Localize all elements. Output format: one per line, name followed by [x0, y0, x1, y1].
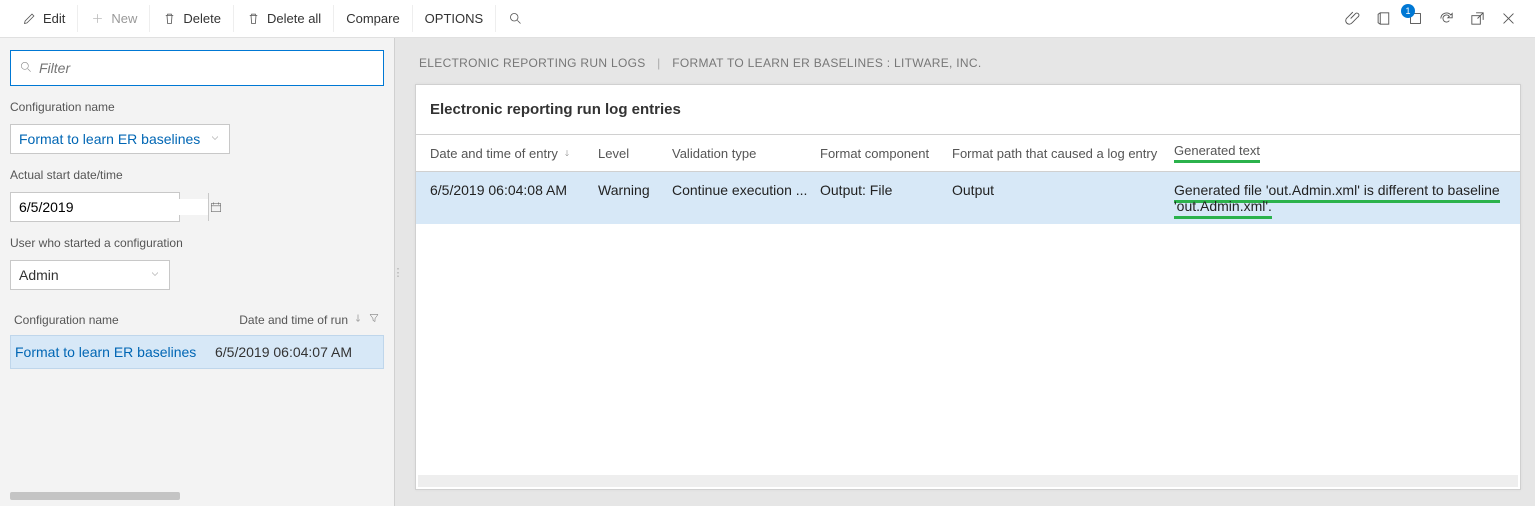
pencil-icon — [22, 11, 37, 26]
content-area: ELECTRONIC REPORTING RUN LOGS | FORMAT T… — [401, 38, 1535, 506]
trash-icon — [162, 11, 177, 26]
filter-sidebar: Configuration name Format to learn ER ba… — [0, 38, 395, 506]
options-button[interactable]: OPTIONS — [413, 5, 497, 32]
breadcrumb-separator: | — [657, 56, 660, 70]
filter-funnel-icon[interactable] — [368, 312, 380, 327]
toolbar-right: 1 — [1345, 10, 1525, 27]
delete-all-button[interactable]: Delete all — [234, 5, 334, 32]
user-value: Admin — [19, 267, 59, 283]
sort-down-icon — [562, 148, 572, 158]
log-panel: Electronic reporting run log entries Dat… — [415, 84, 1521, 490]
notification-icon[interactable]: 1 — [1407, 10, 1424, 27]
cell-format-comp: Output: File — [814, 182, 946, 214]
run-row-name: Format to learn ER baselines — [15, 344, 215, 360]
calendar-icon[interactable] — [208, 193, 223, 221]
cell-generated-text: Generated file 'out.Admin.xml' is differ… — [1168, 182, 1520, 214]
options-label: OPTIONS — [425, 11, 484, 26]
col-head-level[interactable]: Level — [592, 143, 666, 163]
run-head-date: Date and time of run — [239, 313, 348, 327]
breadcrumb-1[interactable]: ELECTRONIC REPORTING RUN LOGS — [419, 56, 646, 70]
edit-label: Edit — [43, 11, 65, 26]
chevron-down-icon — [209, 131, 221, 147]
breadcrumb: ELECTRONIC REPORTING RUN LOGS | FORMAT T… — [415, 38, 1521, 84]
filter-input[interactable] — [39, 60, 375, 76]
run-list: Configuration name Date and time of run … — [10, 306, 384, 369]
chevron-down-icon — [149, 267, 161, 283]
user-combo[interactable]: Admin — [10, 260, 170, 290]
top-toolbar: Edit New Delete Delete all Compare OPTIO… — [0, 0, 1535, 38]
new-label: New — [111, 11, 137, 26]
office-icon[interactable] — [1376, 10, 1393, 27]
date-input[interactable] — [11, 199, 208, 215]
breadcrumb-2: FORMAT TO LEARN ER BASELINES : LITWARE, … — [672, 56, 981, 70]
cell-gtext-value: Generated file 'out.Admin.xml' is differ… — [1174, 182, 1500, 219]
compare-label: Compare — [346, 11, 399, 26]
date-input-wrap[interactable] — [10, 192, 180, 222]
run-head-config[interactable]: Configuration name — [14, 313, 214, 327]
popout-icon[interactable] — [1469, 10, 1486, 27]
plus-icon — [90, 11, 105, 26]
config-name-label: Configuration name — [10, 100, 384, 114]
delete-label: Delete — [183, 11, 221, 26]
cell-validation: Continue execution ... — [666, 182, 814, 214]
log-grid: Date and time of entry Level Validation … — [416, 134, 1520, 489]
filter-input-wrap[interactable] — [10, 50, 384, 86]
col-head-generated-text[interactable]: Generated text — [1168, 143, 1520, 163]
sidebar-scrollbar[interactable] — [10, 492, 180, 500]
search-icon — [508, 11, 523, 26]
run-list-row[interactable]: Format to learn ER baselines 6/5/2019 06… — [10, 335, 384, 369]
run-head-date-wrap[interactable]: Date and time of run — [214, 312, 380, 327]
run-row-date: 6/5/2019 06:04:07 AM — [215, 344, 379, 360]
trash-all-icon — [246, 11, 261, 26]
panel-title: Electronic reporting run log entries — [416, 85, 1520, 134]
delete-all-label: Delete all — [267, 11, 321, 26]
attachment-icon[interactable] — [1345, 10, 1362, 27]
new-button: New — [78, 5, 150, 32]
edit-button[interactable]: Edit — [10, 5, 78, 32]
col-head-format-comp[interactable]: Format component — [814, 143, 946, 163]
close-icon[interactable] — [1500, 10, 1517, 27]
run-list-header: Configuration name Date and time of run — [10, 306, 384, 335]
cell-date: 6/5/2019 06:04:08 AM — [416, 182, 592, 214]
grid-header: Date and time of entry Level Validation … — [416, 135, 1520, 172]
search-button[interactable] — [496, 5, 535, 32]
notification-badge: 1 — [1401, 4, 1415, 18]
col-head-validation[interactable]: Validation type — [666, 143, 814, 163]
grid-body: 6/5/2019 06:04:08 AM Warning Continue ex… — [416, 172, 1520, 475]
filter-search-icon — [19, 60, 33, 77]
col-head-date-label: Date and time of entry — [430, 146, 558, 161]
col-head-format-path[interactable]: Format path that caused a log entry — [946, 143, 1168, 163]
cell-format-path: Output — [946, 182, 1168, 214]
cell-level: Warning — [592, 182, 666, 214]
config-name-value: Format to learn ER baselines — [19, 131, 200, 147]
compare-button[interactable]: Compare — [334, 5, 412, 32]
refresh-icon[interactable] — [1438, 10, 1455, 27]
sort-down-icon — [352, 312, 364, 327]
main-area: Configuration name Format to learn ER ba… — [0, 38, 1535, 506]
start-date-label: Actual start date/time — [10, 168, 384, 182]
user-label: User who started a configuration — [10, 236, 384, 250]
delete-button[interactable]: Delete — [150, 5, 234, 32]
panel-scrollbar[interactable] — [418, 475, 1518, 487]
col-head-date[interactable]: Date and time of entry — [416, 143, 592, 163]
col-head-gtext-label: Generated text — [1174, 143, 1260, 163]
config-name-combo[interactable]: Format to learn ER baselines — [10, 124, 230, 154]
toolbar-left: Edit New Delete Delete all Compare OPTIO… — [10, 5, 535, 32]
grid-row[interactable]: 6/5/2019 06:04:08 AM Warning Continue ex… — [416, 172, 1520, 224]
